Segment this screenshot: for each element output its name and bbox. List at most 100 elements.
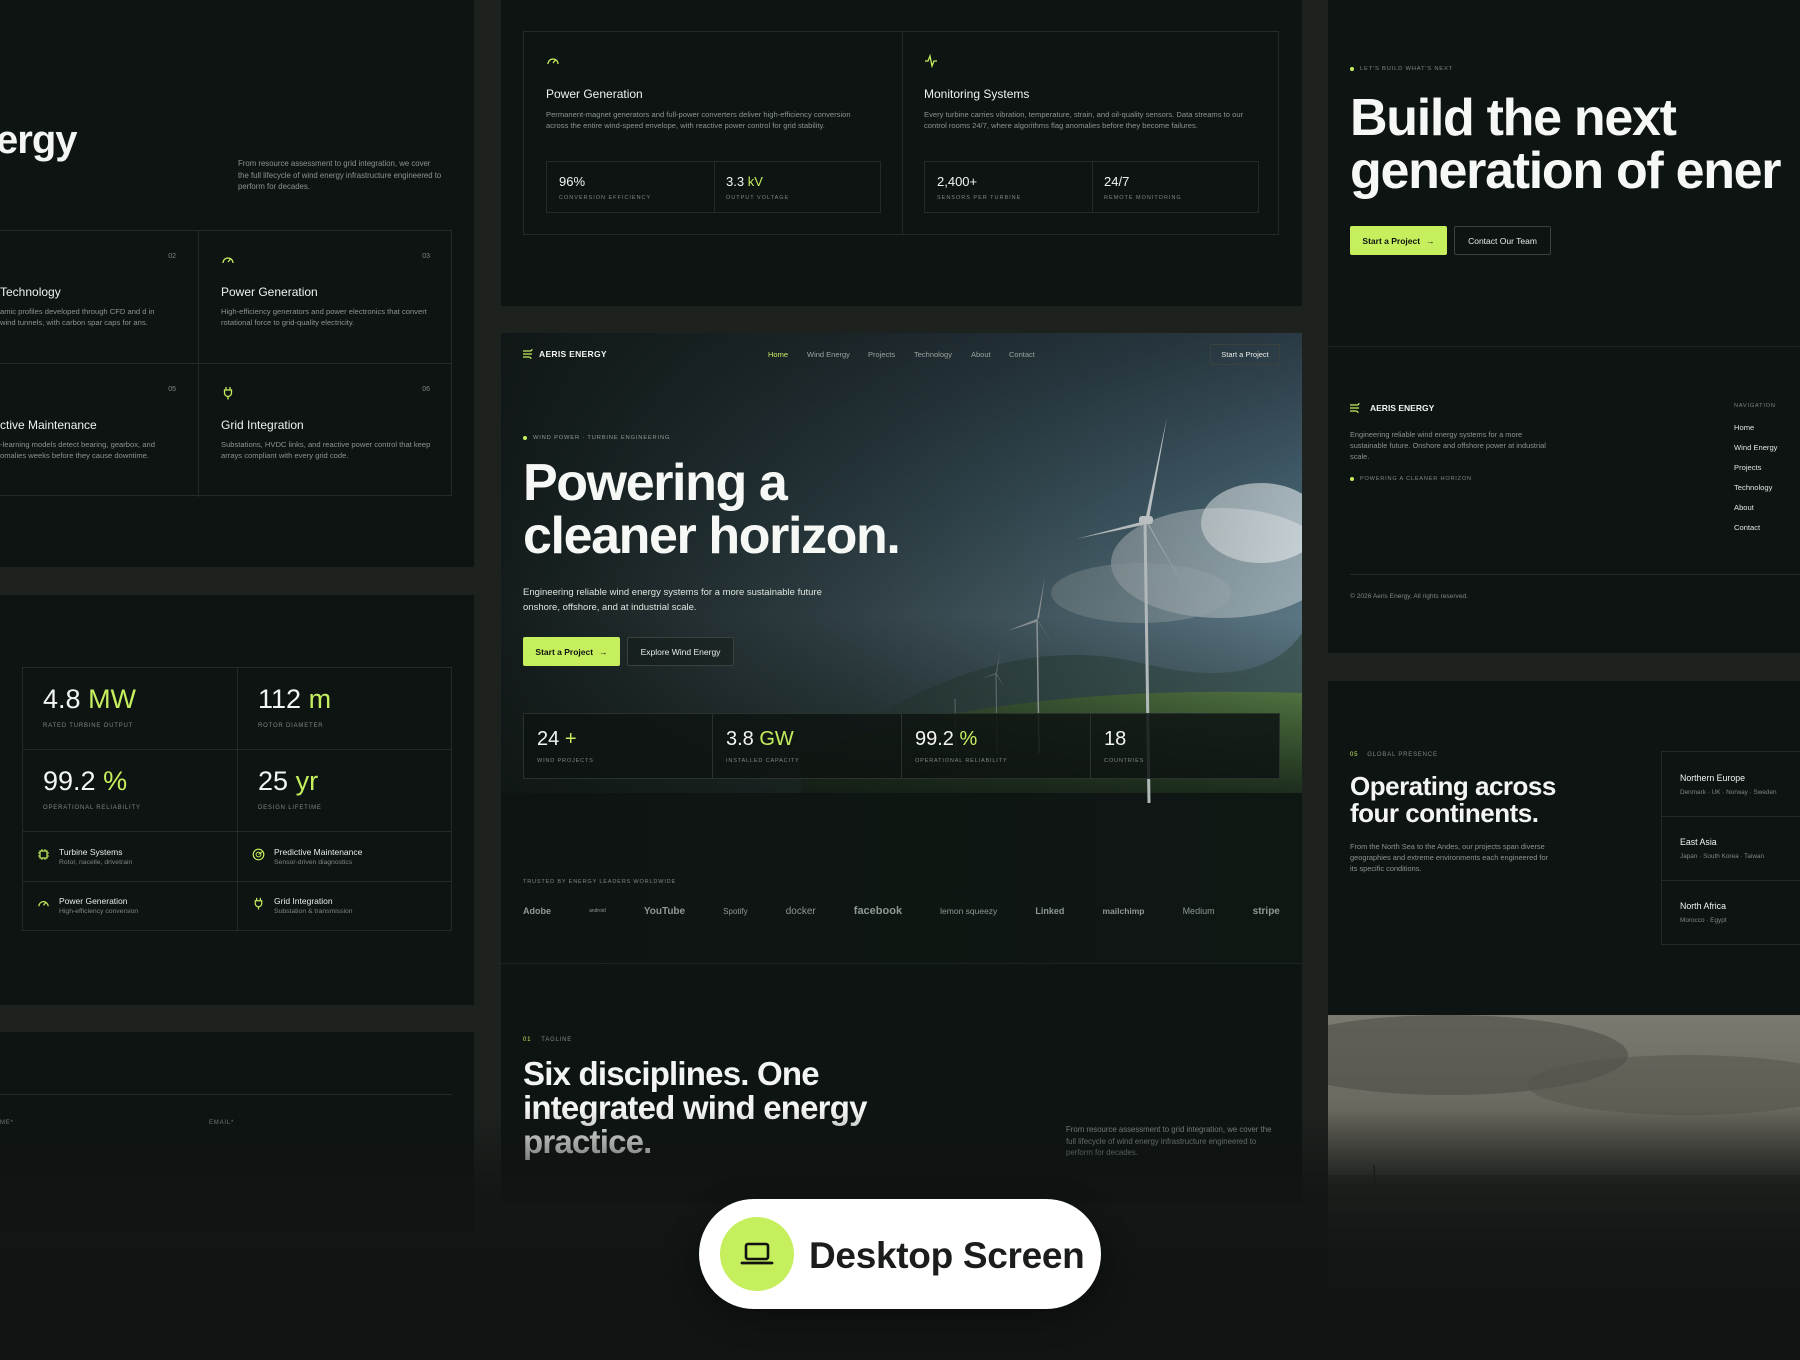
stat-unit: GW: [759, 728, 794, 750]
brand-name[interactable]: AERIS ENERGY: [539, 349, 607, 359]
eyebrow-dot: [523, 436, 527, 440]
hero-title-line: Powering a: [523, 454, 788, 512]
stat-label: OUTPUT VOLTAGE: [726, 195, 790, 201]
footer-nav-technology[interactable]: Technology: [1734, 483, 1777, 492]
stat-value: 4.8: [43, 684, 81, 714]
pulse-icon: [924, 54, 938, 68]
nav-link-projects[interactable]: Projects: [868, 350, 895, 359]
stat-divider: [1092, 162, 1093, 212]
capability-stats: 96% CONVERSION EFFICIENCY 3.3 kV OUTPUT …: [546, 161, 881, 213]
hero-title-line: cleaner horizon.: [523, 507, 901, 565]
eyebrow-dot: [1350, 67, 1354, 71]
feature-title: Power Generation: [59, 896, 128, 906]
sunset-image-panel: [1328, 1015, 1800, 1360]
footer-nav-home[interactable]: Home: [1734, 423, 1777, 432]
left-stats-panel: 4.8 MW RATED TURBINE OUTPUT 112 m ROTOR …: [0, 595, 474, 1005]
hero-stat: 99.2 % OPERATIONAL RELIABILITY: [902, 714, 1091, 778]
hero-stat: 24 + WIND PROJECTS: [524, 714, 713, 778]
stat-unit: +: [564, 728, 577, 750]
radar-icon: [252, 848, 265, 861]
hero-nav: AERIS ENERGY Home Wind Energy Projects T…: [523, 333, 1280, 377]
stat-value: 112: [258, 684, 302, 714]
nav-start-project-button[interactable]: Start a Project: [1210, 344, 1280, 365]
stat-label: RATED TURBINE OUTPUT: [43, 723, 134, 729]
feature-sub: Sensor-driven diagnostics: [274, 859, 353, 866]
cta-start-project-button[interactable]: Start a Project →: [1350, 226, 1447, 255]
section-number: 01: [523, 1037, 532, 1043]
footer-nav-projects[interactable]: Projects: [1734, 463, 1777, 472]
card-desc: Substations, HVDC links, and reactive po…: [221, 440, 431, 461]
feature-item[interactable]: Grid Integration Substation & transmissi…: [238, 882, 452, 930]
feature-sub: Rotor, nacelle, drivetrain: [59, 859, 133, 866]
hero-start-project-button[interactable]: Start a Project →: [523, 637, 620, 666]
button-label: Start a Project: [535, 646, 594, 657]
card-desc: amic profiles developed through CFD and …: [0, 307, 155, 328]
android-logo: android: [589, 908, 606, 914]
presence-title-line: four continents.: [1350, 798, 1539, 828]
stats-grid: 4.8 MW RATED TURBINE OUTPUT 112 m ROTOR …: [22, 667, 452, 931]
offshore-turbine-illustration: [1328, 1015, 1800, 1360]
capability-title: Monitoring Systems: [924, 87, 1030, 101]
stat-label: ROTOR DIAMETER: [258, 723, 324, 729]
plug-icon: [252, 897, 265, 910]
footer-brand[interactable]: AERIS ENERGY: [1370, 403, 1434, 413]
footer-nav-about[interactable]: About: [1734, 503, 1777, 512]
hero-stat: 3.8 GW INSTALLED CAPACITY: [713, 714, 902, 778]
services-grid: 02 Technology amic profiles developed th…: [0, 230, 452, 497]
capability-title: Power Generation: [546, 87, 643, 101]
stat-value: 96%: [559, 174, 586, 189]
tagline-title-line: integrated wind energy: [523, 1089, 867, 1126]
plug-icon: [221, 386, 235, 400]
nav-link-wind-energy[interactable]: Wind Energy: [807, 350, 850, 359]
footer-nav-contact[interactable]: Contact: [1734, 523, 1777, 532]
gauge-icon: [546, 54, 560, 68]
feature-title: Predictive Maintenance: [274, 847, 363, 857]
youtube-logo: YouTube: [643, 905, 686, 917]
service-card[interactable]: 06 Grid Integration Substations, HVDC li…: [199, 364, 452, 497]
tagline-intro: From resource assessment to grid integra…: [1066, 1125, 1272, 1158]
footer-nav-wind-energy[interactable]: Wind Energy: [1734, 443, 1777, 452]
feature-item[interactable]: Power Generation High-efficiency convers…: [23, 882, 238, 930]
region-item[interactable]: Northern Europe Denmark · UK · Norway · …: [1662, 752, 1800, 817]
nav-link-home[interactable]: Home: [768, 350, 788, 359]
presence-panel: 05 GLOBAL PRESENCE Operating across four…: [1328, 681, 1800, 1015]
footer-nav-label: NAVIGATION: [1734, 403, 1776, 409]
service-card[interactable]: 03 Power Generation High-efficiency gene…: [199, 231, 452, 364]
facebook-logo: facebook: [853, 905, 903, 917]
name-field-label: ME*: [0, 1120, 14, 1126]
nav-link-technology[interactable]: Technology: [914, 350, 952, 359]
presence-desc: From the North Sea to the Andes, our pro…: [1350, 842, 1549, 874]
form-divider: [0, 1094, 452, 1095]
section-intro: From resource assessment to grid integra…: [238, 159, 442, 192]
region-item[interactable]: North Africa Morocco · Egypt: [1662, 881, 1800, 945]
region-name: North Africa: [1680, 901, 1726, 911]
service-card[interactable]: 05 ctive Maintenance -learning models de…: [0, 364, 199, 497]
stat-cell: 25 yr DESIGN LIFETIME: [238, 750, 452, 832]
capability-column: Monitoring Systems Every turbine carries…: [924, 32, 1259, 236]
card-title: ctive Maintenance: [0, 418, 97, 432]
service-card[interactable]: 02 Technology amic profiles developed th…: [0, 231, 199, 364]
gauge-icon: [37, 897, 50, 910]
nav-link-about[interactable]: About: [971, 350, 991, 359]
feature-item[interactable]: Turbine Systems Rotor, nacelle, drivetra…: [23, 832, 238, 882]
logo-icon: [523, 349, 534, 359]
region-item[interactable]: East Asia Japan · South Korea · Taiwan: [1662, 817, 1800, 881]
mailchimp-logo: mailchimp: [1102, 906, 1145, 916]
hero-panel: AERIS ENERGY Home Wind Energy Projects T…: [501, 333, 1302, 963]
docker-logo: docker: [785, 905, 816, 917]
adobe-logo: Adobe: [523, 906, 551, 916]
contact-team-button[interactable]: Contact Our Team: [1454, 226, 1551, 255]
logo-strip: Adobe android YouTube Spotify docker fac…: [523, 903, 1280, 919]
left-services-panel: ergy From resource assessment to grid in…: [0, 0, 474, 567]
explore-wind-energy-button[interactable]: Explore Wind Energy: [627, 637, 734, 666]
section-eyebrow: GLOBAL PRESENCE: [1367, 752, 1438, 758]
card-number: 02: [168, 253, 176, 260]
nav-link-contact[interactable]: Contact: [1009, 350, 1035, 359]
tagline-title-line: Six disciplines. One: [523, 1055, 820, 1092]
cta-title: Build the next generation of ener: [1350, 92, 1782, 198]
capability-desc: Every turbine carries vibration, tempera…: [924, 110, 1244, 131]
tagline-panel: 01 TAGLINE Six disciplines. One integrat…: [501, 963, 1302, 1203]
stat-value: 99.2: [915, 728, 954, 750]
feature-item[interactable]: Predictive Maintenance Sensor-driven dia…: [238, 832, 452, 882]
stat-unit: MW: [88, 684, 137, 714]
